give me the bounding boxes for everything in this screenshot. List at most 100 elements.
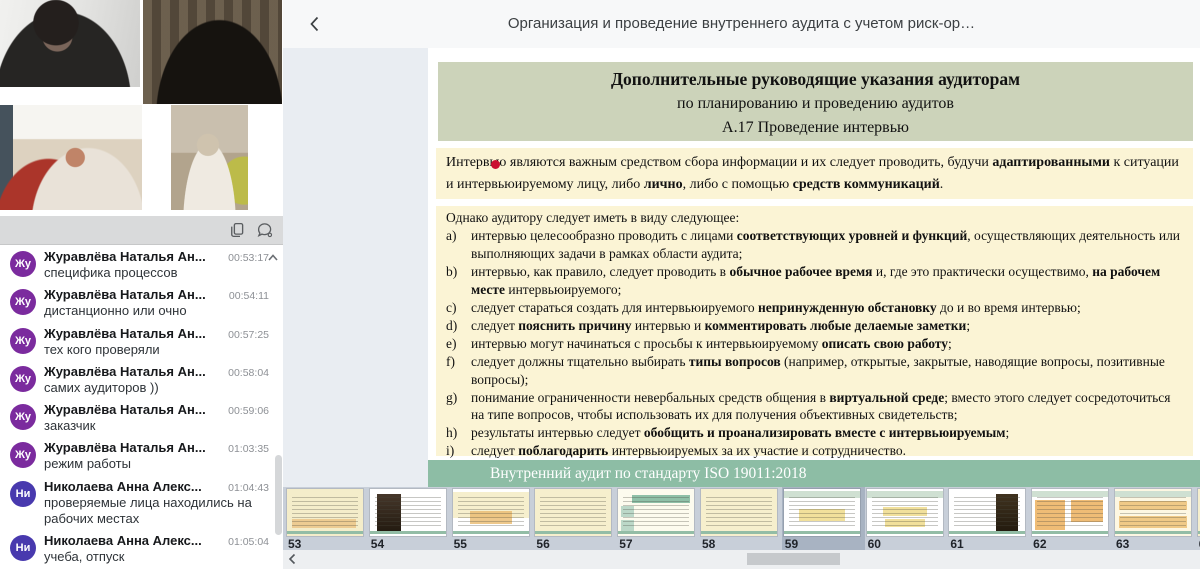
chat-timestamp: 01:05:04 (228, 536, 269, 548)
thumbnail-preview[interactable] (701, 489, 777, 536)
slide-title-line3: А.17 Проведение интервью (438, 116, 1193, 139)
slide-thumbnail-55[interactable]: 55 (451, 487, 534, 550)
chat-message: Жу Журавлёва Наталья Ан... 00:57:25 тех … (0, 322, 283, 360)
presentation-header: Организация и проведение внутреннего ауд… (283, 0, 1200, 48)
chat-scroll-up-icon[interactable] (267, 253, 279, 262)
participant-video-3[interactable] (0, 105, 142, 210)
slide-list-item: d) следует пояснить причину интервью и к… (446, 317, 1183, 335)
slide: Дополнительные руководящие указания ауди… (428, 48, 1200, 487)
chat-message: Жу Журавлёва Наталья Ан... 00:53:17 спец… (0, 245, 283, 283)
slide-title-block: Дополнительные руководящие указания ауди… (438, 62, 1193, 141)
avatar: Жу (10, 366, 36, 392)
slide-thumbnail-58[interactable]: 58 (699, 487, 782, 550)
slide-thumbnail-61[interactable]: 61 (947, 487, 1030, 550)
thumbnail-preview[interactable] (535, 489, 611, 536)
avatar: Жу (10, 442, 36, 468)
chat-sender-name: Николаева Анна Алекс... (44, 533, 202, 548)
slide-number: 63 (1116, 537, 1196, 550)
slide-thumbnail-54[interactable]: 54 (368, 487, 451, 550)
chat-timestamp: 01:04:43 (228, 482, 269, 494)
slide-title-line2: по планированию и проведению аудитов (438, 92, 1193, 115)
chat-bubble-icon[interactable] (256, 221, 274, 239)
slide-list-item: h) результаты интервью следует обобщить … (446, 424, 1183, 442)
chat-message-text: учеба, отпуск (44, 549, 269, 565)
thumbnail-preview[interactable] (949, 489, 1025, 536)
chat-sender-name: Журавлёва Наталья Ан... (44, 249, 206, 264)
thumbnail-preview[interactable] (867, 489, 943, 536)
chat-timestamp: 00:58:04 (228, 367, 269, 379)
thumbnail-preview[interactable] (453, 489, 529, 536)
slide-thumbnail-63[interactable]: 63 (1113, 487, 1196, 550)
filmstrip-scrollbar[interactable] (283, 550, 1200, 569)
slide-number: 53 (288, 537, 368, 550)
avatar: Жу (10, 289, 36, 315)
chat-timestamp: 00:57:25 (228, 329, 269, 341)
list-item-text: следует должны тщательно выбирать типы в… (471, 353, 1183, 389)
slide-number: 60 (868, 537, 948, 550)
filmstrip-scroll-left-icon[interactable] (287, 553, 297, 565)
filmstrip-scrollbar-thumb[interactable] (747, 553, 840, 565)
slide-list-item: b) интервью, как правило, следует провод… (446, 263, 1183, 299)
slide-footer-bar: Внутренний аудит по стандарту ISO 19011:… (428, 460, 1200, 487)
list-item-label: f) (446, 353, 471, 389)
slide-thumbnail-56[interactable]: 56 (533, 487, 616, 550)
participant-video-4[interactable] (171, 105, 248, 210)
chat-timestamp: 00:53:17 (228, 252, 269, 264)
chat-message-text: специфика процессов (44, 265, 269, 281)
list-item-text: следует поблагодарить интервьюируемых за… (471, 442, 906, 460)
avatar: Жу (10, 251, 36, 277)
presentation-title: Организация и проведение внутреннего ауд… (283, 0, 1200, 48)
slide-list-item: e) интервью могут начинаться с просьбы к… (446, 335, 1183, 353)
chat-message-text: тех кого проверяли (44, 342, 269, 358)
slide-thumbnail-57[interactable]: 57 (616, 487, 699, 550)
chat-timestamp: 00:54:11 (229, 290, 269, 302)
chat-toolbar (0, 216, 283, 245)
list-item-text: интервью целесообразно проводить с лицам… (471, 227, 1183, 263)
thumbnail-preview[interactable] (784, 489, 860, 536)
copy-icon[interactable] (228, 221, 246, 239)
thumbnail-preview[interactable] (287, 489, 363, 536)
slide-number: 58 (702, 537, 782, 550)
thumbnail-preview[interactable] (1032, 489, 1108, 536)
chat-message: Ни Николаева Анна Алекс... 01:05:04 учеб… (0, 529, 283, 567)
chat-timestamp: 00:59:06 (228, 405, 269, 417)
slide-thumbnail-53[interactable]: 53 (285, 487, 368, 550)
avatar: Ни (10, 535, 36, 561)
thumbnail-preview[interactable] (618, 489, 694, 536)
list-item-text: результаты интервью следует обобщить и п… (471, 424, 1009, 442)
back-chevron-icon[interactable] (305, 14, 325, 34)
slide-paragraph-1: Интервью являются важным средством сбора… (436, 148, 1193, 199)
list-item-label: h) (446, 424, 471, 442)
slide-thumbnail-59-selected[interactable]: 59 (782, 487, 865, 550)
participant-video-1[interactable] (0, 0, 140, 87)
chat-sender-name: Николаева Анна Алекс... (44, 479, 202, 494)
chat-message-text: заказчик (44, 418, 269, 434)
slide-number: 61 (950, 537, 1030, 550)
thumbnail-preview[interactable] (370, 489, 446, 536)
chat-sender-name: Журавлёва Наталья Ан... (44, 402, 206, 417)
chat-sender-name: Журавлёва Наталья Ан... (44, 326, 206, 341)
slide-note-intro: Однако аудитору следует иметь в виду сле… (446, 209, 1183, 227)
thumbnail-preview[interactable] (1115, 489, 1191, 536)
chat-scrollbar-thumb[interactable] (275, 455, 282, 535)
slide-number: 59 (785, 537, 865, 550)
list-item-label: a) (446, 227, 471, 263)
slide-thumbnail-62[interactable]: 62 (1030, 487, 1113, 550)
chat-message-text: режим работы (44, 456, 269, 472)
participant-video-2[interactable] (143, 0, 282, 104)
chat-message-text: дистанционно или очно (44, 303, 269, 319)
slide-number: 56 (536, 537, 616, 550)
list-item-text: интервью могут начинаться с просьбы к ин… (471, 335, 952, 353)
chat-sender-name: Журавлёва Наталья Ан... (44, 287, 206, 302)
list-item-text: интервью, как правило, следует проводить… (471, 263, 1183, 299)
slide-list-item: i) следует поблагодарить интервьюируемых… (446, 442, 1183, 460)
list-item-label: b) (446, 263, 471, 299)
list-item-label: c) (446, 299, 471, 317)
slide-thumbnail-60[interactable]: 60 (865, 487, 948, 550)
chat-message: Жу Журавлёва Наталья Ан... 00:59:06 зака… (0, 398, 283, 436)
slide-list-item: f) следует должны тщательно выбирать тип… (446, 353, 1183, 389)
chat-message-text: проверяемые лица находились на рабочих м… (44, 495, 269, 528)
slide-thumbnail-64[interactable]: 64 (1196, 487, 1200, 550)
chat-message: Жу Журавлёва Наталья Ан... 00:54:11 дист… (0, 283, 283, 321)
chat-sender-name: Журавлёва Наталья Ан... (44, 364, 206, 379)
